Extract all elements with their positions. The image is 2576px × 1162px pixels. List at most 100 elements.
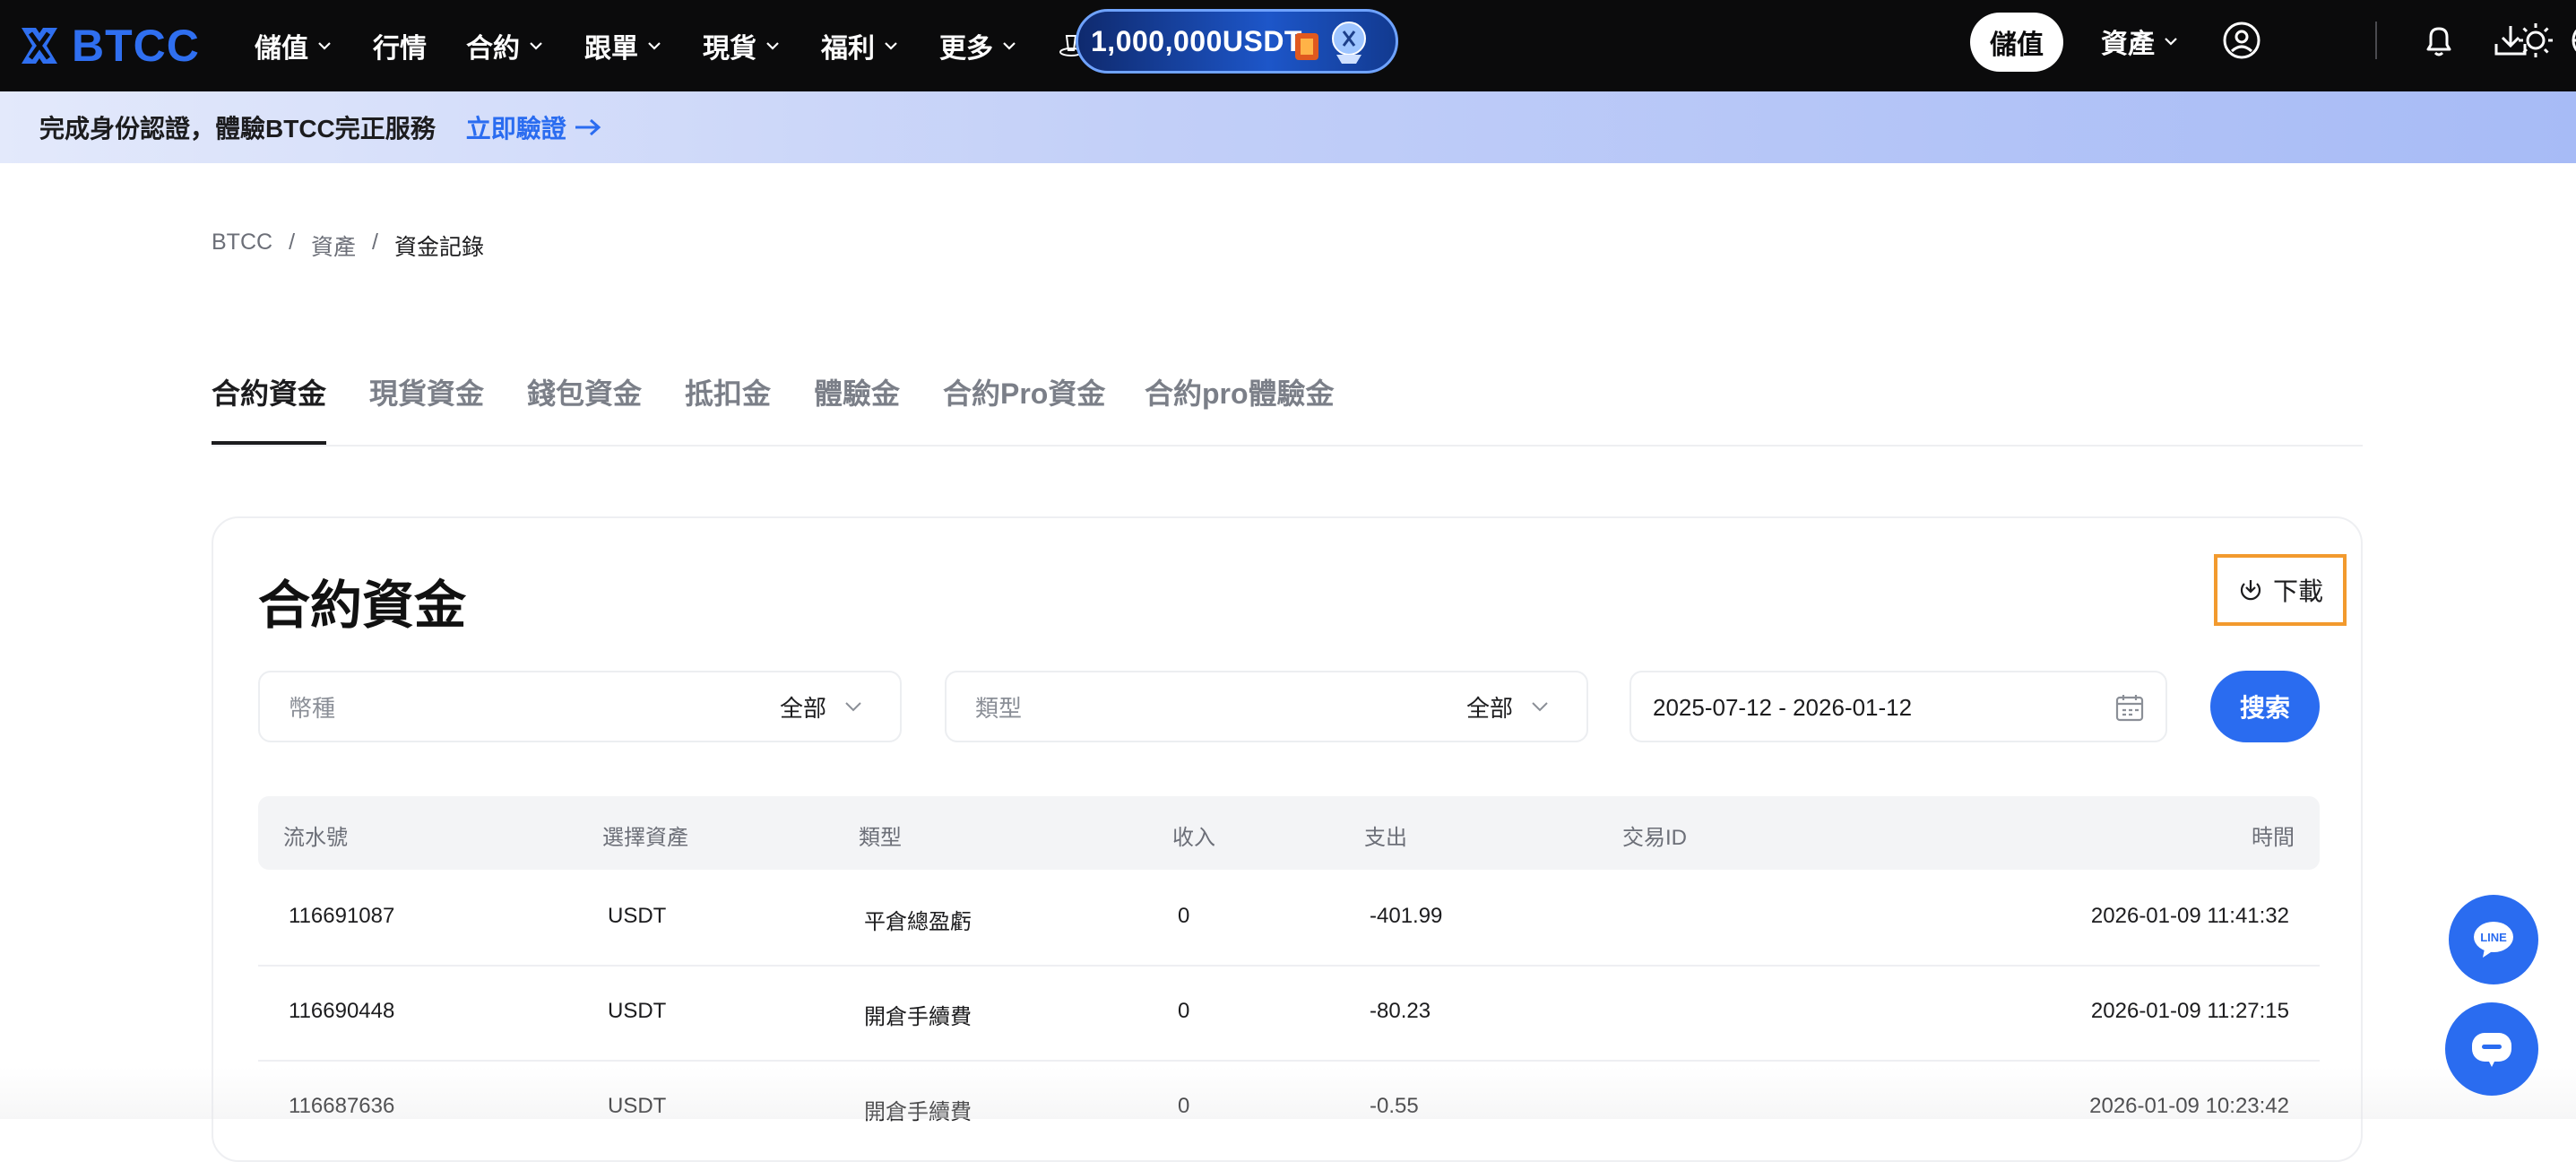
nav-item-label: 更多 xyxy=(939,34,993,64)
nav-divider xyxy=(2375,22,2377,59)
nav-item-label: 跟單 xyxy=(584,34,638,64)
tab-futures-pro-funds[interactable]: 合約Pro資金 xyxy=(943,371,1105,412)
chevron-down-icon xyxy=(2165,38,2177,46)
breadcrumb-current: 資金記錄 xyxy=(393,235,484,260)
type-select[interactable]: 類型 全部 xyxy=(945,671,1588,742)
calendar-icon xyxy=(2115,695,2144,722)
cell-time: 2026-01-09 11:27:15 xyxy=(2090,999,2289,1023)
cell-income: 0 xyxy=(1178,1094,1190,1118)
tab-spot-funds[interactable]: 現貨資金 xyxy=(369,371,484,412)
column-header: 交易ID xyxy=(1622,826,1687,850)
nav-item-copy-trading[interactable]: 跟單 xyxy=(584,26,663,65)
cell-asset: USDT xyxy=(608,904,667,928)
nav-item-rewards[interactable]: 福利 xyxy=(821,26,900,65)
date-range-picker[interactable]: 2025-07-12 - 2026-01-12 xyxy=(1629,671,2167,742)
cell-serial: 116687636 xyxy=(289,1094,395,1118)
nav-item-label: 福利 xyxy=(821,34,875,64)
column-header: 支出 xyxy=(1364,826,1407,850)
cell-serial: 116690448 xyxy=(289,999,395,1023)
breadcrumb-root[interactable]: BTCC xyxy=(212,230,272,262)
breadcrumb: BTCC / 資產 / 資金記錄 xyxy=(212,230,500,262)
live-chat-button[interactable] xyxy=(2445,1002,2538,1096)
table-header: 流水號 選擇資產 類型 收入 支出 交易ID 時間 xyxy=(258,796,2320,870)
chevron-down-icon xyxy=(845,702,861,712)
assets-menu-label: 資產 xyxy=(2101,30,2155,59)
search-button[interactable]: 搜索 xyxy=(2210,671,2320,742)
assets-menu[interactable]: 資產 xyxy=(2101,0,2180,82)
card-title: 合約資金 xyxy=(258,577,467,635)
nav-right-group: 儲值 資產 xyxy=(1859,0,2576,91)
main-nav: 儲值 行情 合約 跟單 現貨 福利 更多 xyxy=(255,0,1124,91)
cell-income: 0 xyxy=(1178,999,1190,1023)
nav-item-market[interactable]: 行情 xyxy=(373,26,427,65)
cell-type: 開倉手續費 xyxy=(864,1005,972,1029)
cell-expense: -401.99 xyxy=(1370,904,1443,928)
user-account-button[interactable] xyxy=(2219,18,2264,63)
nav-item-deposit[interactable]: 儲值 xyxy=(255,26,333,65)
nav-item-label: 行情 xyxy=(373,34,427,64)
verify-now-link[interactable]: 立即驗證 xyxy=(466,109,602,145)
breadcrumb-separator: / xyxy=(289,230,296,255)
fund-record-tabs: 合約資金 現貨資金 錢包資金 抵扣金 體驗金 合約Pro資金 合約pro體驗金 xyxy=(212,368,2363,447)
cell-serial: 116691087 xyxy=(289,904,395,928)
tab-futures-funds[interactable]: 合約資金 xyxy=(212,371,326,412)
globe-icon xyxy=(2572,29,2576,52)
table-row[interactable]: 116691087 USDT 平倉總盈虧 0 -401.99 2026-01-0… xyxy=(258,870,2320,967)
type-select-value: 全部 xyxy=(1465,694,1513,722)
arrow-right-icon xyxy=(575,118,601,136)
chat-bubble-icon xyxy=(2472,1033,2511,1067)
btcc-logo-icon xyxy=(22,28,57,64)
chevron-down-icon xyxy=(1532,702,1548,712)
bell-icon xyxy=(2426,27,2451,56)
promo-label: 1,000,000USDT xyxy=(1091,24,1302,57)
table-row[interactable]: 116687636 USDT 開倉手續費 0 -0.55 2026-01-09 … xyxy=(258,1060,2320,1155)
tab-wallet-funds[interactable]: 錢包資金 xyxy=(527,371,642,412)
download-label: 下載 xyxy=(2272,577,2323,605)
promo-banner-button[interactable]: 1,000,000USDT xyxy=(1076,9,1398,74)
top-navbar: BTCC 儲值 行情 合約 跟單 現貨 福利 更多 1,000,000USDT … xyxy=(0,0,2576,91)
currency-select-value: 全部 xyxy=(779,694,826,722)
column-header: 收入 xyxy=(1172,826,1215,850)
promo-art-icon xyxy=(1295,22,1366,64)
date-range-value: 2025-07-12 - 2026-01-12 xyxy=(1653,694,1913,721)
cell-time: 2026-01-09 11:41:32 xyxy=(2090,904,2289,928)
cell-type: 平倉總盈虧 xyxy=(864,910,972,934)
cell-time: 2026-01-09 10:23:42 xyxy=(2089,1094,2289,1118)
line-label: LINE xyxy=(2480,931,2507,944)
nav-item-more[interactable]: 更多 xyxy=(939,26,1018,65)
cell-expense: -0.55 xyxy=(1370,1094,1419,1118)
verify-now-label: 立即驗證 xyxy=(465,115,566,143)
cell-asset: USDT xyxy=(608,999,667,1023)
cell-asset: USDT xyxy=(608,1094,667,1118)
tab-trial-funds[interactable]: 體驗金 xyxy=(814,371,900,412)
brand-logo[interactable]: BTCC xyxy=(16,18,200,74)
chevron-down-icon xyxy=(530,42,542,50)
cell-income: 0 xyxy=(1178,904,1190,928)
futures-funds-card: 合約資金 下載 幣種 全部 類型 全部 2025-07-12 - 2026-01… xyxy=(212,516,2363,1162)
chevron-down-icon xyxy=(318,42,331,50)
nav-item-spot[interactable]: 現貨 xyxy=(703,26,782,65)
brand-name: BTCC xyxy=(72,21,200,71)
tab-deduction-funds[interactable]: 抵扣金 xyxy=(685,371,771,412)
user-circle-icon xyxy=(2223,22,2260,59)
chevron-down-icon xyxy=(766,42,779,50)
tab-futures-pro-trial-funds[interactable]: 合約pro體驗金 xyxy=(1145,371,1335,412)
table-row[interactable]: 116690448 USDT 開倉手續費 0 -80.23 2026-01-09… xyxy=(258,965,2320,1062)
theme-toggle-button[interactable] xyxy=(2513,18,2558,63)
nav-item-futures[interactable]: 合約 xyxy=(466,26,545,65)
breadcrumb-assets[interactable]: 資產 xyxy=(311,230,356,262)
column-header: 流水號 xyxy=(283,826,348,850)
sun-icon xyxy=(2519,23,2553,57)
download-button[interactable]: 下載 xyxy=(2214,554,2347,626)
column-header: 類型 xyxy=(859,826,902,850)
deposit-button[interactable]: 儲值 xyxy=(1970,13,2063,72)
download-icon xyxy=(2240,580,2261,601)
line-contact-button[interactable]: LINE xyxy=(2449,895,2538,984)
currency-select[interactable]: 幣種 全部 xyxy=(258,671,902,742)
currency-select-label: 幣種 xyxy=(289,694,336,722)
language-button[interactable] xyxy=(2567,18,2576,63)
nav-item-label: 合約 xyxy=(466,34,520,64)
active-tab-indicator xyxy=(212,441,326,445)
column-header: 選擇資產 xyxy=(602,826,688,850)
notifications-button[interactable] xyxy=(2416,18,2461,63)
